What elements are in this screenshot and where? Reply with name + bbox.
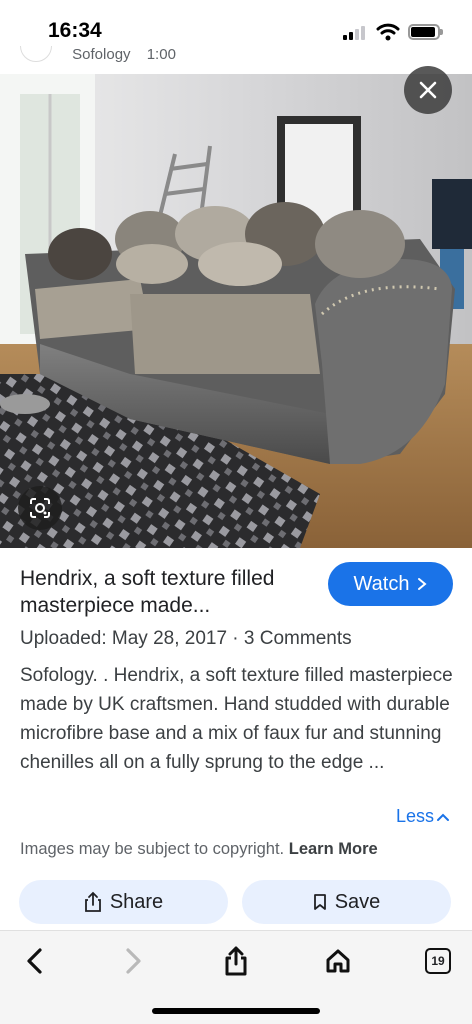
home-icon	[326, 949, 350, 973]
save-button[interactable]: Save	[242, 880, 451, 924]
tabs-button[interactable]: 19	[418, 941, 458, 981]
result-image[interactable]	[0, 74, 472, 548]
close-button[interactable]	[404, 66, 452, 114]
lens-icon	[30, 498, 50, 518]
wifi-icon	[376, 23, 400, 41]
forward-button[interactable]	[114, 941, 154, 981]
result-title[interactable]: Hendrix, a soft texture filled masterpie…	[20, 565, 310, 619]
sofa-photo	[0, 74, 472, 548]
tabs-icon: 19	[425, 948, 451, 974]
home-indicator	[152, 1008, 320, 1014]
less-button[interactable]: Less	[396, 806, 450, 827]
chevron-right-icon	[418, 578, 428, 590]
home-button[interactable]	[318, 941, 358, 981]
share-label: Share	[109, 890, 164, 913]
result-meta: Uploaded: May 28, 2017 · 3 Comments	[20, 628, 352, 649]
learn-more-link[interactable]: Learn More	[289, 840, 378, 858]
copyright-notice: Images may be subject to copyright. Lear…	[20, 840, 378, 859]
share-icon	[225, 946, 247, 976]
chevron-up-icon	[437, 813, 449, 821]
copyright-text: Images may be subject to copyright.	[20, 840, 285, 858]
bookmark-icon	[313, 894, 326, 910]
watch-label: Watch	[353, 572, 410, 595]
lens-button[interactable]	[18, 486, 62, 530]
source-favicon	[20, 46, 52, 63]
source-name: Sofology	[72, 46, 131, 63]
signal-icon	[343, 26, 367, 40]
share-button[interactable]: Share	[19, 880, 228, 924]
toolbar-share-button[interactable]	[216, 941, 256, 981]
source-header: Sofology 1:00	[20, 46, 176, 64]
close-icon	[419, 81, 437, 99]
back-icon	[27, 948, 42, 974]
less-label: Less	[395, 806, 434, 826]
watch-button[interactable]: Watch	[328, 562, 453, 606]
battery-icon	[408, 24, 443, 40]
back-button[interactable]	[14, 941, 54, 981]
source-extra: 1:00	[146, 46, 176, 63]
forward-icon	[126, 948, 141, 974]
save-label: Save	[334, 890, 381, 913]
share-icon	[84, 891, 101, 912]
result-description: Sofology. . Hendrix, a soft texture fill…	[20, 665, 453, 773]
status-time: 16:34	[48, 19, 102, 42]
